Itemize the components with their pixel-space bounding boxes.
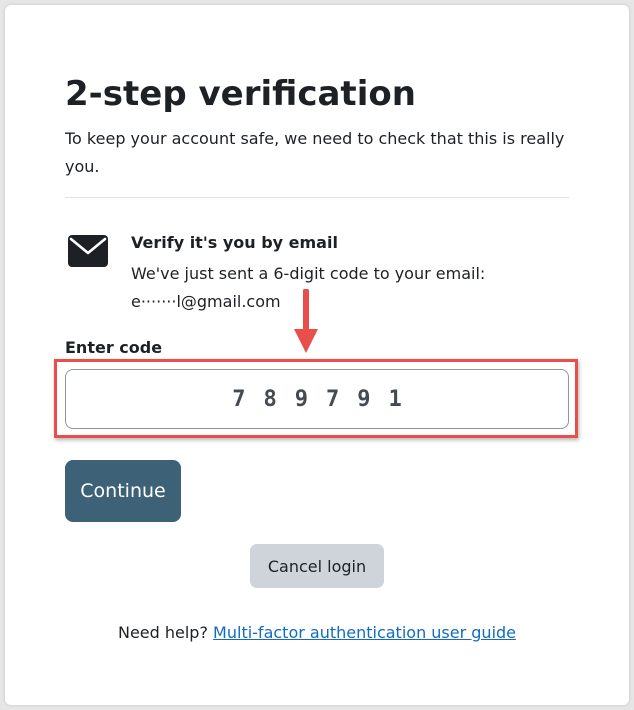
- verification-card: 2-step verification To keep your account…: [5, 5, 629, 705]
- envelope-icon: [68, 235, 108, 267]
- help-line: Need help? Multi-factor authentication u…: [5, 622, 629, 644]
- verify-heading: Verify it's you by email: [131, 233, 338, 252]
- page-subtitle: To keep your account safe, we need to ch…: [65, 129, 565, 176]
- help-prefix: Need help?: [117, 623, 208, 642]
- page-title: 2-step verification: [65, 74, 416, 114]
- user-guide-link[interactable]: Multi-factor authentication user guide: [213, 623, 516, 642]
- masked-email: e·······l@gmail.com: [131, 292, 281, 311]
- arrow-down-icon: [294, 289, 318, 353]
- code-label: Enter code: [65, 338, 163, 357]
- verify-message: We've just sent a 6-digit code to your e…: [131, 264, 486, 283]
- verify-message-block: We've just sent a 6-digit code to your e…: [131, 260, 551, 316]
- continue-button[interactable]: Continue: [65, 460, 181, 522]
- cancel-login-button[interactable]: Cancel login: [250, 544, 384, 588]
- annotation-highlight-box: [54, 359, 578, 438]
- divider: [65, 197, 569, 198]
